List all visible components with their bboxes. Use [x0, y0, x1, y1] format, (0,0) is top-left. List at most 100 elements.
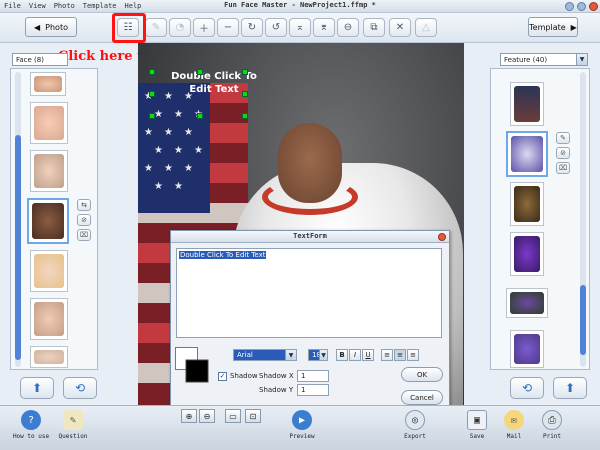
fit-button[interactable]: ▭: [225, 409, 241, 423]
align-left-button[interactable]: ≡: [381, 349, 393, 361]
zoom-in-button[interactable]: ＋: [193, 18, 215, 37]
face-thumb-3[interactable]: [30, 150, 68, 192]
face-overlay[interactable]: [278, 123, 342, 203]
feature-category-select[interactable]: Feature (40) ▼: [500, 53, 588, 66]
menu-bar: File View Photo Template Help: [4, 2, 141, 10]
brush-tool-button[interactable]: ◔: [169, 18, 191, 37]
photo-button[interactable]: ◀ Photo: [25, 17, 77, 37]
shadow-x-input[interactable]: 1: [297, 370, 329, 382]
maximize-button[interactable]: [577, 2, 586, 11]
flip-down-button[interactable]: ⌆: [313, 18, 335, 37]
menu-photo[interactable]: Photo: [54, 2, 75, 10]
feature-thumb-6[interactable]: [510, 330, 544, 368]
add-feature-button[interactable]: ⬆: [553, 377, 587, 399]
close-button[interactable]: [589, 2, 598, 11]
cancel-button[interactable]: Cancel: [401, 390, 443, 405]
delete-icon: ⌧: [558, 164, 568, 172]
italic-button[interactable]: I: [349, 349, 361, 361]
extra-tool-button[interactable]: △: [415, 18, 437, 37]
resize-handle-bl[interactable]: [149, 113, 155, 119]
size-select[interactable]: 18 ▼: [308, 349, 328, 361]
shadow-checkbox[interactable]: ✓: [218, 372, 227, 381]
feature-edit-button[interactable]: ✎: [556, 132, 570, 144]
face-thumb-5[interactable]: [30, 250, 68, 292]
window-title: Fun Face Master - NewProject1.ffmp *: [224, 1, 376, 9]
align-center-icon: ≡: [397, 351, 403, 359]
export-label: Export: [404, 433, 426, 440]
feature-thumb-3[interactable]: [510, 182, 544, 226]
export-icon: ◎: [405, 410, 425, 430]
face-thumb-7[interactable]: [30, 346, 68, 368]
resize-handle-b[interactable]: [197, 113, 203, 119]
menu-template[interactable]: Template: [83, 2, 117, 10]
arrow-right-icon: ▶: [570, 22, 577, 32]
dialog-close-button[interactable]: [438, 233, 446, 241]
menu-file[interactable]: File: [4, 2, 21, 10]
rotate-right-button[interactable]: ↻: [241, 18, 263, 37]
face-flip-button[interactable]: ⇆: [77, 199, 91, 211]
face-edit-button[interactable]: ⊘: [77, 214, 91, 226]
actual-size-button[interactable]: ⊡: [245, 409, 261, 423]
rotate-right-icon: ↻: [247, 22, 257, 33]
resize-handle-l[interactable]: [149, 91, 155, 97]
flip-icon: ⇆: [81, 201, 87, 209]
template-button[interactable]: Template ▶: [528, 17, 578, 37]
rotate-left-button[interactable]: ↺: [265, 18, 287, 37]
color-picker[interactable]: [175, 347, 209, 383]
resize-handle-tl[interactable]: [149, 69, 155, 75]
face-scroll-thumb[interactable]: [15, 135, 21, 360]
preview-button[interactable]: ▶ Preview: [277, 410, 327, 440]
copy-button[interactable]: ⧉: [363, 18, 385, 37]
underline-button[interactable]: U: [362, 349, 374, 361]
feature-thumb-4[interactable]: [510, 232, 544, 276]
align-center-button[interactable]: ≡: [394, 349, 406, 361]
plus-icon: ＋: [199, 24, 209, 35]
resize-handle-r[interactable]: [242, 91, 248, 97]
remove-feature-button[interactable]: ⟲: [510, 377, 544, 399]
face-thumb-1[interactable]: [30, 72, 66, 96]
print-button[interactable]: ⎙ Print: [527, 410, 577, 440]
delete-button[interactable]: ✕: [389, 18, 411, 37]
shadow-y-input[interactable]: 1: [297, 384, 329, 396]
export-button[interactable]: ◎ Export: [390, 410, 440, 440]
svg-text:★: ★: [174, 109, 183, 120]
feature-scroll-thumb[interactable]: [580, 285, 586, 355]
feature-thumb-1[interactable]: [510, 82, 544, 126]
svg-text:★: ★: [194, 145, 203, 156]
link-button[interactable]: ⊖: [337, 18, 359, 37]
feature-thumb-5[interactable]: [506, 288, 548, 318]
face-thumb-4-selected[interactable]: [27, 198, 69, 244]
align-right-button[interactable]: ≡: [407, 349, 419, 361]
font-select[interactable]: Arial ▼: [233, 349, 297, 361]
zoom-out-canvas-button[interactable]: ⊖: [199, 409, 215, 423]
text-input-area[interactable]: Double Click To Edit Text: [176, 248, 442, 338]
add-face-button[interactable]: ⬆: [20, 377, 54, 399]
face-thumb-6[interactable]: [30, 298, 68, 340]
feature-image: [511, 136, 543, 172]
chevron-down-icon: ▼: [319, 350, 327, 360]
flip-up-button[interactable]: ⌅: [289, 18, 311, 37]
edit-tool-button[interactable]: ✎: [145, 18, 167, 37]
feature-thumb-2-selected[interactable]: [506, 131, 548, 177]
ok-button[interactable]: OK: [401, 367, 443, 382]
pencil-icon: ✎: [151, 22, 161, 33]
question-button[interactable]: ✎ Question: [48, 410, 98, 440]
resize-handle-t[interactable]: [197, 69, 203, 75]
remove-face-button[interactable]: ⟲: [63, 377, 97, 399]
minimize-button[interactable]: [565, 2, 574, 11]
add-text-highlight: [112, 13, 146, 43]
svg-text:★: ★: [174, 145, 183, 156]
menu-view[interactable]: View: [29, 2, 46, 10]
zoom-in-canvas-button[interactable]: ⊕: [181, 409, 197, 423]
feature-adjust-button[interactable]: ⊘: [556, 147, 570, 159]
face-delete-button[interactable]: ⌧: [77, 229, 91, 241]
bold-button[interactable]: B: [336, 349, 348, 361]
canvas-text-object[interactable]: Double Click To Edit Text: [154, 70, 274, 96]
resize-handle-br[interactable]: [242, 113, 248, 119]
feature-delete-button[interactable]: ⌧: [556, 162, 570, 174]
resize-handle-tr[interactable]: [242, 69, 248, 75]
menu-help[interactable]: Help: [125, 2, 142, 10]
zoom-out-button[interactable]: −: [217, 18, 239, 37]
face-category-select[interactable]: Face (8): [12, 53, 68, 66]
face-thumb-2[interactable]: [30, 102, 68, 144]
